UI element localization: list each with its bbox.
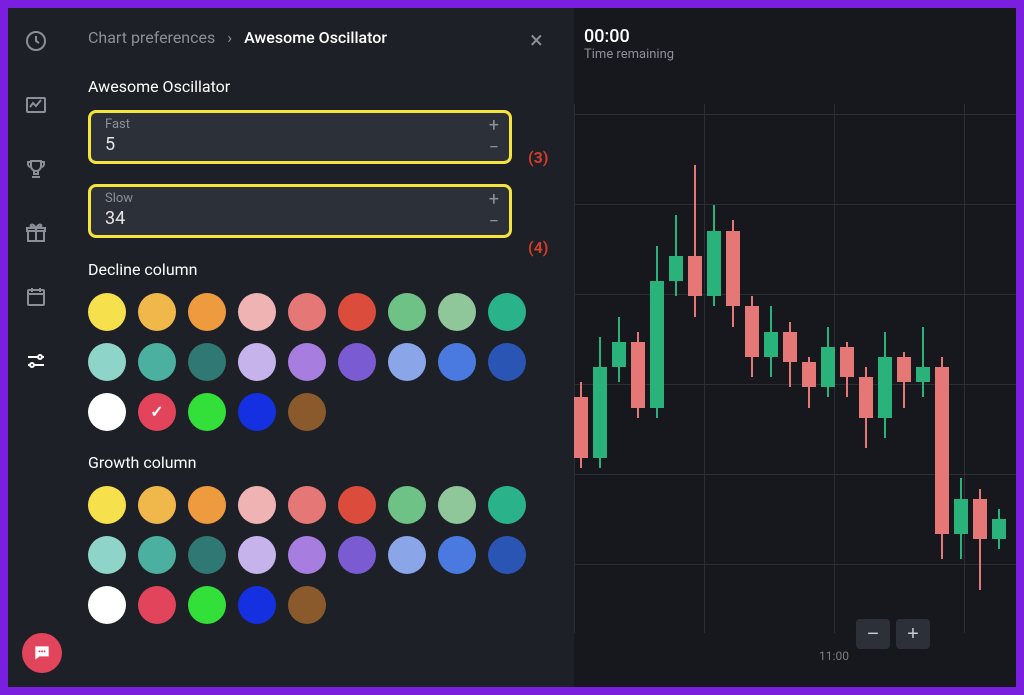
decline-title: Decline column [88,260,556,279]
chat-icon[interactable] [22,633,62,673]
color-swatch[interactable] [88,536,126,574]
color-swatch[interactable] [138,586,176,624]
color-swatch[interactable] [138,293,176,331]
color-swatch[interactable] [138,343,176,381]
zoom-controls: − + [856,619,930,649]
fast-label: Fast [105,117,495,132]
sidebar [8,8,64,687]
fast-plus-icon[interactable]: + [489,119,499,133]
color-swatch[interactable] [488,293,526,331]
slow-value: 34 [105,208,495,229]
slow-minus-icon[interactable]: − [489,215,499,229]
color-swatch[interactable] [438,293,476,331]
close-icon[interactable]: × [530,28,554,52]
color-swatch[interactable] [488,486,526,524]
zoom-in-button[interactable]: + [896,619,930,649]
sliders-icon[interactable] [23,348,49,374]
trophy-icon[interactable] [23,156,49,182]
clock-icon[interactable] [23,28,49,54]
breadcrumb-current: Awesome Oscillator [244,28,387,47]
zoom-out-button[interactable]: − [856,619,890,649]
color-swatch[interactable] [138,393,176,431]
color-swatch[interactable] [188,393,226,431]
chart-icon[interactable] [23,92,49,118]
breadcrumb-root[interactable]: Chart preferences [88,28,215,47]
color-swatch[interactable] [488,343,526,381]
callout-3: (3) [528,148,548,167]
fast-value: 5 [105,134,495,155]
x-tick: 11:00 [819,649,849,663]
color-swatch[interactable] [238,393,276,431]
color-swatch[interactable] [288,343,326,381]
color-swatch[interactable] [238,343,276,381]
growth-swatches [88,486,528,624]
color-swatch[interactable] [88,293,126,331]
chart-area: 00:00 Time remaining 11:00 − + [574,8,1016,687]
color-swatch[interactable] [438,343,476,381]
color-swatch[interactable] [338,536,376,574]
color-swatch[interactable] [288,486,326,524]
color-swatch[interactable] [238,293,276,331]
gift-icon[interactable] [23,220,49,246]
color-swatch[interactable] [388,536,426,574]
color-swatch[interactable] [188,486,226,524]
color-swatch[interactable] [138,486,176,524]
color-swatch[interactable] [388,486,426,524]
color-swatch[interactable] [388,293,426,331]
color-swatch[interactable] [338,486,376,524]
color-swatch[interactable] [88,393,126,431]
color-swatch[interactable] [488,536,526,574]
calendar-icon[interactable] [23,284,49,310]
fast-input[interactable]: Fast 5 + − [88,110,512,164]
color-swatch[interactable] [288,536,326,574]
color-swatch[interactable] [288,293,326,331]
color-swatch[interactable] [88,586,126,624]
color-swatch[interactable] [288,586,326,624]
color-swatch[interactable] [388,343,426,381]
section-title: Awesome Oscillator [88,77,556,96]
decline-swatches [88,293,528,431]
color-swatch[interactable] [188,586,226,624]
color-swatch[interactable] [188,536,226,574]
color-swatch[interactable] [338,293,376,331]
candlestick-chart[interactable] [574,104,1016,613]
slow-label: Slow [105,191,495,206]
color-swatch[interactable] [188,293,226,331]
color-swatch[interactable] [88,486,126,524]
slow-plus-icon[interactable]: + [489,193,499,207]
color-swatch[interactable] [438,486,476,524]
breadcrumb: Chart preferences › Awesome Oscillator [88,28,556,47]
chevron-right-icon: › [227,28,232,47]
slow-input[interactable]: Slow 34 + − [88,184,512,238]
settings-panel: Chart preferences › Awesome Oscillator ×… [64,8,574,687]
color-swatch[interactable] [338,343,376,381]
color-swatch[interactable] [138,536,176,574]
color-swatch[interactable] [238,486,276,524]
fast-minus-icon[interactable]: − [489,141,499,155]
callout-4: (4) [528,238,548,257]
color-swatch[interactable] [188,343,226,381]
time-label: Time remaining [584,47,1016,62]
time-value: 00:00 [584,26,1016,47]
color-swatch[interactable] [88,343,126,381]
color-swatch[interactable] [288,393,326,431]
color-swatch[interactable] [238,586,276,624]
color-swatch[interactable] [238,536,276,574]
color-swatch[interactable] [438,536,476,574]
growth-title: Growth column [88,453,556,472]
